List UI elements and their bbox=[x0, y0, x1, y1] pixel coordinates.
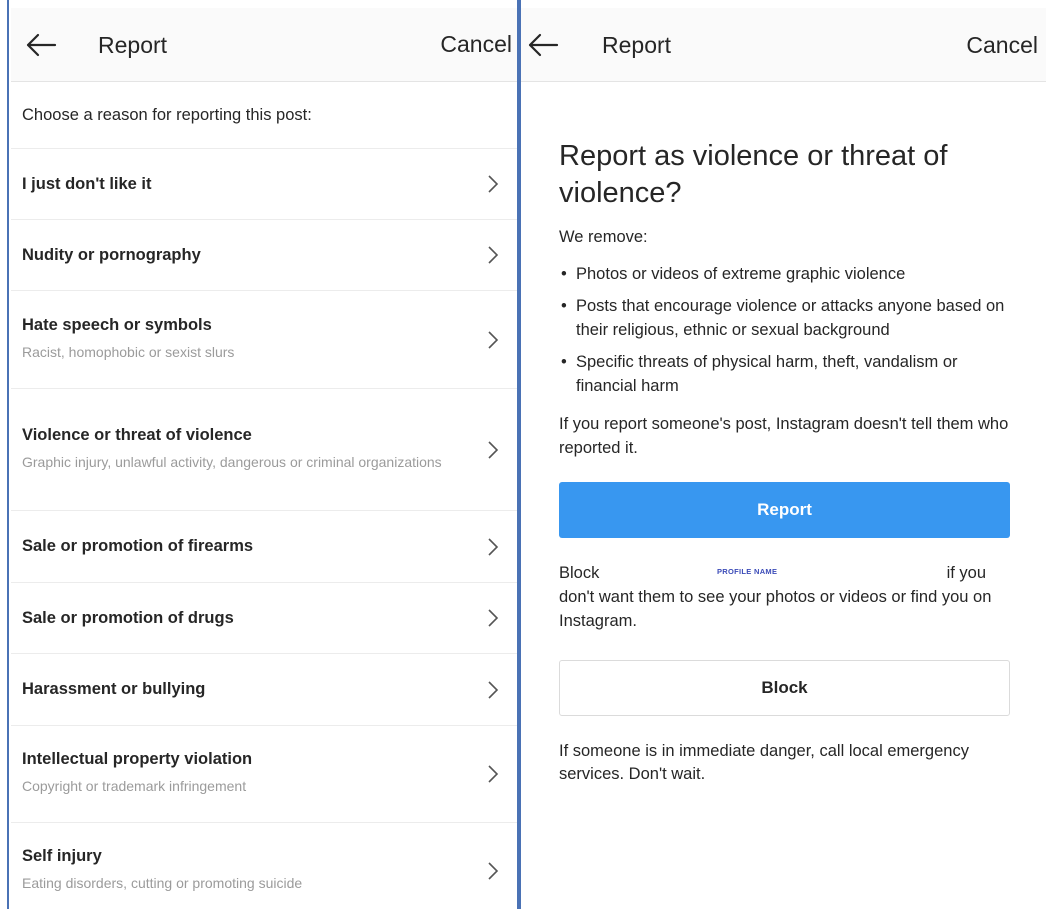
screen-edge-left bbox=[0, 0, 9, 909]
header: Report Cancel bbox=[11, 8, 517, 82]
block-description: Block PROFILE NAME if you don't want the… bbox=[559, 562, 1014, 634]
reason-item-dont-like[interactable]: I just don't like it bbox=[11, 149, 517, 220]
chevron-right-icon bbox=[488, 537, 499, 556]
confirmation-heading: Report as violence or threat of violence… bbox=[559, 140, 948, 210]
header-title: Report bbox=[98, 32, 168, 58]
reason-label: Violence or threat of violence bbox=[22, 425, 252, 444]
chevron-right-icon bbox=[488, 246, 499, 264]
reason-prompt: Choose a reason for reporting this post: bbox=[11, 82, 517, 149]
chevron-right-icon bbox=[488, 175, 499, 193]
cancel-button[interactable]: Cancel bbox=[440, 31, 512, 58]
header: Report Cancel bbox=[521, 8, 1046, 82]
block-prefix: Block bbox=[559, 563, 600, 582]
removal-list: • Photos or videos of extreme graphic vio… bbox=[559, 263, 1016, 399]
report-reasons-screen: Report Cancel Choose a reason for report… bbox=[11, 8, 517, 909]
reason-item-nudity[interactable]: Nudity or pornography bbox=[11, 220, 517, 291]
chevron-right-icon bbox=[488, 680, 499, 699]
reason-description: Eating disorders, cutting or promoting s… bbox=[22, 875, 303, 892]
block-explanation: don't want them to see your photos or vi… bbox=[559, 587, 992, 630]
reason-item-hate-speech[interactable]: Hate speech or symbols Racist, homophobi… bbox=[11, 291, 517, 389]
chevron-right-icon bbox=[488, 609, 499, 627]
list-item: • Posts that encourage violence or attack… bbox=[561, 297, 1005, 340]
reason-label: Harassment or bullying bbox=[22, 680, 206, 698]
chevron-right-icon bbox=[488, 330, 499, 349]
confirmation-body: Report as violence or threat of violence… bbox=[521, 138, 1046, 787]
header-title: Report bbox=[602, 32, 672, 58]
reason-label: Self injury bbox=[22, 847, 102, 866]
chevron-right-icon bbox=[488, 440, 499, 459]
emergency-note: If someone is in immediate danger, call … bbox=[559, 741, 969, 784]
reason-description: Copyright or trademark infringement bbox=[22, 778, 247, 795]
reason-item-violence[interactable]: Violence or threat of violence Graphic i… bbox=[11, 389, 517, 511]
reason-label: Hate speech or symbols bbox=[22, 315, 212, 334]
reason-description: Racist, homophobic or sexist slurs bbox=[22, 343, 235, 360]
reason-item-intellectual-property[interactable]: Intellectual property violation Copyrigh… bbox=[11, 726, 517, 823]
report-confirmation-screen: Report Cancel Report as violence or thre… bbox=[521, 8, 1046, 909]
back-arrow-icon[interactable] bbox=[525, 30, 561, 60]
reason-label: Intellectual property violation bbox=[22, 750, 253, 769]
reason-label: I just don't like it bbox=[22, 174, 152, 193]
report-button[interactable]: Report bbox=[559, 481, 1010, 538]
block-suffix: if you bbox=[946, 563, 986, 582]
reason-label: Nudity or pornography bbox=[22, 245, 201, 264]
list-item: • Photos or videos of extreme graphic vio… bbox=[561, 265, 906, 284]
removal-intro: We remove: bbox=[559, 228, 648, 247]
reason-description: Graphic injury, unlawful activity, dange… bbox=[22, 453, 442, 470]
reason-item-drugs[interactable]: Sale or promotion of drugs bbox=[11, 583, 517, 654]
reason-item-harassment[interactable]: Harassment or bullying bbox=[11, 654, 517, 726]
block-button[interactable]: Block bbox=[559, 659, 1010, 716]
reason-item-firearms[interactable]: Sale or promotion of firearms bbox=[11, 511, 517, 583]
anonymity-note: If you report someone's post, Instagram … bbox=[559, 414, 1009, 457]
back-arrow-icon[interactable] bbox=[23, 30, 59, 60]
reason-label: Sale or promotion of firearms bbox=[22, 537, 254, 555]
list-item: • Specific threats of physical harm, thef… bbox=[561, 352, 958, 395]
chevron-right-icon bbox=[488, 765, 499, 783]
cancel-button[interactable]: Cancel bbox=[966, 32, 1038, 59]
profile-name-link[interactable]: PROFILE NAME bbox=[717, 567, 777, 578]
chevron-right-icon bbox=[488, 862, 499, 880]
reason-label: Sale or promotion of drugs bbox=[22, 608, 234, 627]
reason-item-self-injury[interactable]: Self injury Eating disorders, cutting or… bbox=[11, 823, 517, 909]
